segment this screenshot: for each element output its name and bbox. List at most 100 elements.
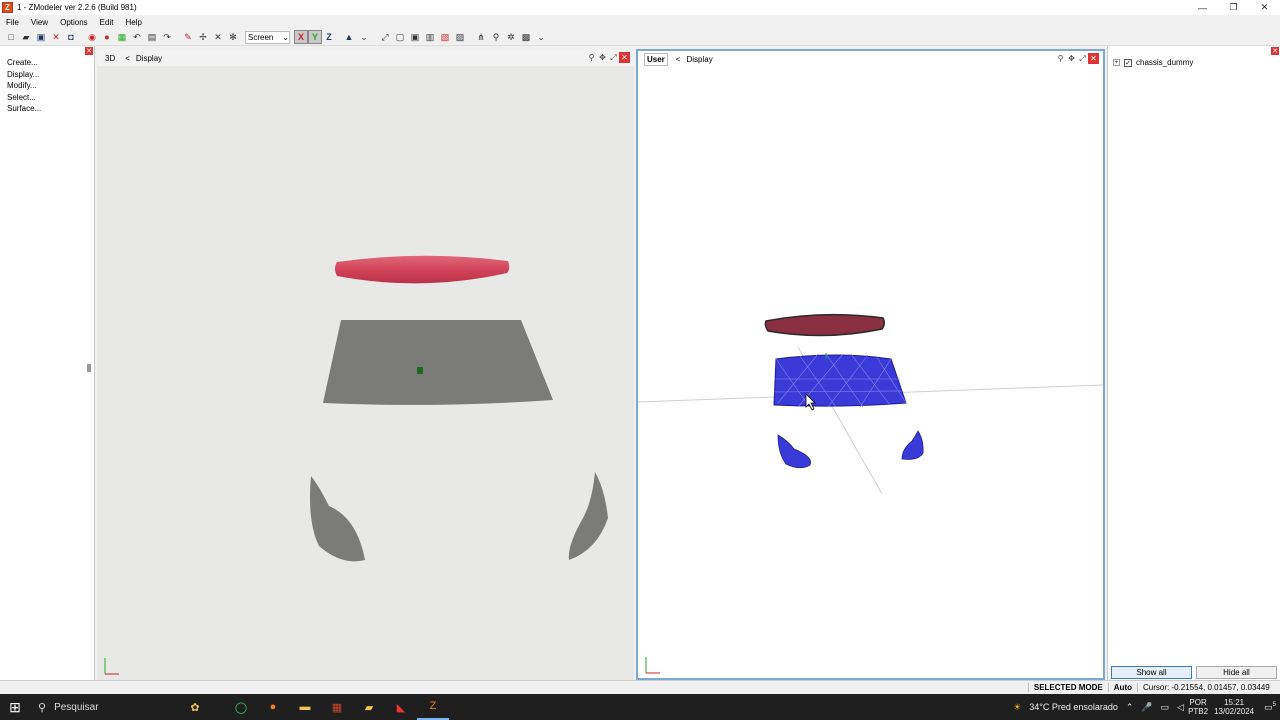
firefox-icon[interactable]: ● bbox=[257, 694, 289, 720]
notification-icon[interactable]: ▭5 bbox=[1264, 702, 1276, 713]
show-all-button[interactable]: Show all bbox=[1111, 666, 1192, 679]
viewport-user[interactable]: User < Display ⚲ ✥ ⤢ ✕ bbox=[636, 49, 1105, 680]
tree-item-chassis-dummy[interactable]: + ✓ chassis_dummy bbox=[1113, 58, 1193, 67]
axis-x-toggle[interactable]: X bbox=[294, 30, 308, 44]
orbit-icon[interactable]: ✥ bbox=[597, 52, 608, 63]
viewport-display-label[interactable]: Display bbox=[686, 55, 712, 64]
clock[interactable]: 15:21 13/02/2024 bbox=[1214, 698, 1254, 716]
properties-icon[interactable]: ▤ bbox=[145, 30, 159, 44]
windows-taskbar: ⊞ ⚲ Pesquisar ✿ ◯ ● ▬ ▦ ▰ ◣ Z ☀ 34°C Pre… bbox=[0, 694, 1280, 720]
hide-all-button[interactable]: Hide all bbox=[1196, 666, 1277, 679]
view-top-icon[interactable]: ▥ bbox=[423, 30, 437, 44]
microphone-icon[interactable]: 🎤 bbox=[1141, 702, 1152, 713]
selection-mode-status: SELECTED MODE bbox=[1027, 683, 1108, 692]
menu-options[interactable]: Options bbox=[54, 18, 94, 27]
visibility-checkbox[interactable]: ✓ bbox=[1124, 58, 1132, 67]
import-icon[interactable]: ◘ bbox=[64, 30, 78, 44]
layers-dropdown-icon[interactable]: ⌄ bbox=[534, 30, 548, 44]
scale-icon[interactable]: ✻ bbox=[226, 30, 240, 44]
close-viewport-icon[interactable]: ✕ bbox=[619, 52, 630, 63]
zoom-icon[interactable]: ⚲ bbox=[586, 52, 597, 63]
collapse-arrow-icon[interactable]: < bbox=[676, 55, 681, 64]
folder-app-icon[interactable]: ▰ bbox=[353, 694, 385, 720]
right-lamp-mesh bbox=[568, 472, 608, 560]
close-viewport-icon[interactable]: ✕ bbox=[1088, 53, 1099, 64]
rotate-icon[interactable]: ✕ bbox=[211, 30, 225, 44]
maximize-viewport-icon[interactable]: ⤢ bbox=[1077, 53, 1088, 64]
menu-edit[interactable]: Edit bbox=[94, 18, 120, 27]
system-tray: ☀ 34°C Pred ensolarado ⌃ 🎤 ▭ ◁ POR PTB2 … bbox=[1009, 694, 1280, 720]
close-panel-icon[interactable]: ✕ bbox=[85, 47, 93, 55]
orbit-icon[interactable]: ✥ bbox=[1066, 53, 1077, 64]
move-icon[interactable]: ✢ bbox=[196, 30, 210, 44]
minimize-button[interactable]: — bbox=[1187, 0, 1218, 15]
menu-help[interactable]: Help bbox=[119, 18, 147, 27]
taskbar-search[interactable]: ⚲ Pesquisar bbox=[30, 694, 165, 720]
coordinate-space-select[interactable]: Screen ⌄ bbox=[245, 30, 290, 44]
dummy-icon[interactable]: ✲ bbox=[504, 30, 518, 44]
expand-icon[interactable]: + bbox=[1113, 59, 1120, 66]
viewport-mode-label[interactable]: User bbox=[644, 52, 668, 66]
zmodeler-app-icon: Z bbox=[2, 2, 13, 13]
language-indicator[interactable]: POR PTB2 bbox=[1188, 698, 1208, 716]
command-display[interactable]: Display... bbox=[7, 70, 41, 82]
axis-z-toggle[interactable]: Z bbox=[322, 30, 336, 44]
menu-view[interactable]: View bbox=[25, 18, 54, 27]
menu-file[interactable]: File bbox=[0, 18, 25, 27]
title-bar: Z 1 - ZModeler ver 2.2.6 (Build 981) — ❐… bbox=[0, 0, 1280, 15]
command-surface[interactable]: Surface... bbox=[7, 104, 41, 116]
command-modify[interactable]: Modify... bbox=[7, 81, 41, 93]
command-create[interactable]: Create... bbox=[7, 58, 41, 70]
amd-software-icon[interactable]: ◣ bbox=[385, 694, 417, 720]
render-icon[interactable]: ◉ bbox=[85, 30, 99, 44]
material-icon[interactable]: ● bbox=[100, 30, 114, 44]
carnival-widget-icon[interactable]: ✿ bbox=[165, 694, 225, 720]
collapse-arrow-icon[interactable]: < bbox=[125, 54, 130, 63]
select-icon[interactable]: ✎ bbox=[181, 30, 195, 44]
pivot-icon[interactable]: ▲ bbox=[342, 30, 356, 44]
layers-icon[interactable]: ▩ bbox=[519, 30, 533, 44]
texture-icon[interactable]: ▦ bbox=[115, 30, 129, 44]
tree-item-label[interactable]: chassis_dummy bbox=[1136, 58, 1193, 67]
restore-button[interactable]: ❐ bbox=[1218, 0, 1249, 15]
new-file-icon[interactable]: □ bbox=[4, 30, 18, 44]
view-front-icon[interactable]: ▢ bbox=[393, 30, 407, 44]
delete-icon[interactable]: ✕ bbox=[49, 30, 63, 44]
pivot-dropdown-icon[interactable]: ⌄ bbox=[357, 30, 371, 44]
command-select[interactable]: Select... bbox=[7, 93, 41, 105]
viewport-mode-label[interactable]: 3D bbox=[103, 53, 117, 64]
zoom-icon[interactable]: ⚲ bbox=[1055, 53, 1066, 64]
pivot-marker bbox=[417, 367, 423, 374]
view-side-icon[interactable]: ▣ bbox=[408, 30, 422, 44]
whatsapp-icon[interactable]: ◯ bbox=[225, 694, 257, 720]
panel-splitter-handle[interactable] bbox=[87, 364, 91, 372]
archive-app-icon[interactable]: ▦ bbox=[321, 694, 353, 720]
redo-icon[interactable]: ↷ bbox=[160, 30, 174, 44]
tray-chevron-icon[interactable]: ⌃ bbox=[1126, 702, 1134, 713]
main-toolbar: □ ▰ ▣ ✕ ◘ ◉ ● ▦ ↶ ▤ ↷ ✎ ✢ ✕ ✻ Screen ⌄ X… bbox=[0, 29, 1280, 46]
axis-y-toggle[interactable]: Y bbox=[308, 30, 322, 44]
snap-icon[interactable]: ⤢ bbox=[378, 30, 392, 44]
status-bar: SELECTED MODE Auto Cursor: -0.21554, 0.0… bbox=[0, 680, 1280, 694]
frame-active-icon[interactable]: ▨ bbox=[453, 30, 467, 44]
zmodeler-taskbar-icon[interactable]: Z bbox=[417, 694, 449, 720]
save-icon[interactable]: ▣ bbox=[34, 30, 48, 44]
view-user-icon[interactable]: ▧ bbox=[438, 30, 452, 44]
link-icon[interactable]: ⚲ bbox=[489, 30, 503, 44]
window-title: 1 - ZModeler ver 2.2.6 (Build 981) bbox=[17, 3, 137, 12]
close-panel-icon[interactable]: ✕ bbox=[1271, 47, 1279, 55]
close-button[interactable]: ✕ bbox=[1249, 0, 1280, 15]
maximize-viewport-icon[interactable]: ⤢ bbox=[608, 52, 619, 63]
windows-start-icon[interactable]: ⊞ bbox=[0, 694, 30, 720]
volume-icon[interactable]: ◁ bbox=[1177, 702, 1184, 713]
weather-text[interactable]: 34°C Pred ensolarado bbox=[1029, 702, 1118, 712]
undo-icon[interactable]: ↶ bbox=[130, 30, 144, 44]
viewport-display-label[interactable]: Display bbox=[136, 54, 162, 63]
menu-bar: File View Options Edit Help bbox=[0, 15, 1280, 29]
viewport-3d[interactable]: 3D < Display ⚲ ✥ ⤢ ✕ bbox=[97, 50, 634, 680]
open-file-icon[interactable]: ▰ bbox=[19, 30, 33, 44]
file-explorer-icon[interactable]: ▬ bbox=[289, 694, 321, 720]
scene-hierarchy-panel: ✕ + ✓ chassis_dummy Show all Hide all bbox=[1107, 46, 1280, 680]
hierarchy-icon[interactable]: ⋔ bbox=[474, 30, 488, 44]
network-icon[interactable]: ▭ bbox=[1161, 702, 1170, 713]
